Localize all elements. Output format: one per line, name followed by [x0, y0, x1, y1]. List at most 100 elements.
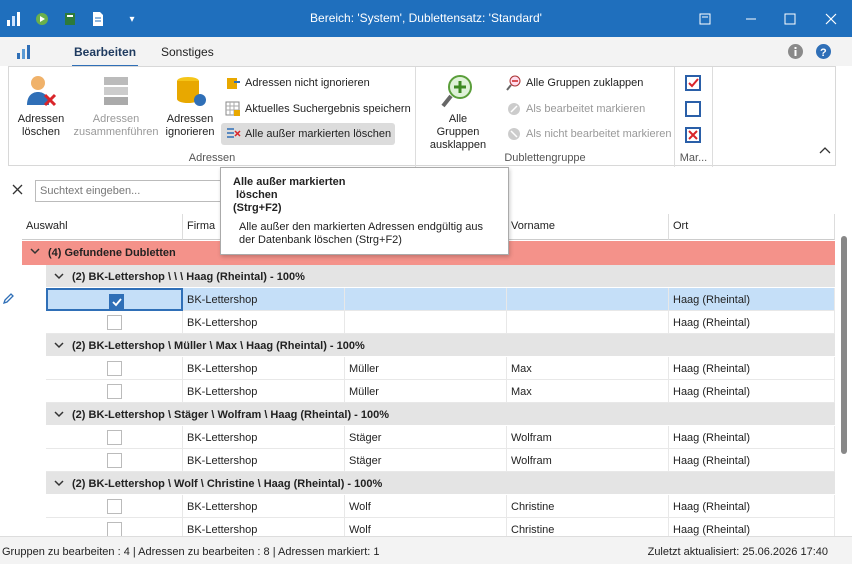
cell-name[interactable]: Müller — [345, 380, 507, 403]
info-icon[interactable] — [787, 43, 804, 63]
cell-ort[interactable]: Haag (Rheintal) — [669, 380, 835, 403]
mark-edited-button[interactable]: Als bearbeitet markieren — [502, 98, 649, 120]
header-auswahl[interactable]: Auswahl — [22, 214, 183, 240]
table-row[interactable]: BK-Lettershop Müller Max Haag (Rheintal) — [46, 380, 835, 403]
clear-search-icon[interactable] — [12, 184, 23, 198]
merge-addresses-button[interactable]: Adressen zusammenführen — [73, 73, 159, 139]
checkmark-icon — [112, 298, 122, 307]
group-label: (2) BK-Lettershop \ \ \ Haag (Rheintal) … — [72, 271, 305, 283]
select-cell[interactable] — [46, 380, 183, 403]
select-cell[interactable] — [46, 311, 183, 334]
cell-ort[interactable]: Haag (Rheintal) — [669, 357, 835, 380]
cell-firma[interactable]: BK-Lettershop — [183, 357, 345, 380]
uncheck-all-icon[interactable] — [685, 101, 701, 117]
cell-firma[interactable]: BK-Lettershop — [183, 311, 345, 334]
chevron-down-icon[interactable] — [54, 478, 64, 491]
cell-name[interactable]: Müller — [345, 357, 507, 380]
app-menu-icon[interactable] — [16, 44, 32, 63]
cell-vorname[interactable] — [507, 311, 669, 334]
cell-name[interactable]: Wolf — [345, 518, 507, 536]
cell-name[interactable]: Stäger — [345, 426, 507, 449]
checkbox[interactable] — [107, 453, 122, 468]
table-row[interactable]: BK-Lettershop Stäger Wolfram Haag (Rheintal… — [46, 426, 835, 449]
select-cell[interactable] — [46, 426, 183, 449]
select-cell[interactable] — [46, 449, 183, 472]
close-window-button[interactable] — [808, 0, 852, 37]
collapse-groups-button[interactable]: Alle Gruppen zuklappen — [502, 72, 647, 94]
cell-ort[interactable]: Haag (Rheintal) — [669, 288, 835, 311]
group-row[interactable]: (2) BK-Lettershop \ Stäger \ Wolfram \ H… — [46, 403, 835, 426]
table-row[interactable]: BK-Lettershop Wolf Christine Haag (Rheintal… — [46, 518, 835, 536]
ignore-addresses-button[interactable]: Adressen ignorieren — [163, 73, 217, 139]
collapse-ribbon-icon[interactable] — [819, 145, 831, 157]
group-row[interactable]: (2) BK-Lettershop \ \ \ Haag (Rheintal) … — [46, 265, 835, 288]
chevron-down-icon[interactable] — [54, 340, 64, 353]
cell-vorname[interactable]: Max — [507, 357, 669, 380]
chevron-down-icon[interactable] — [54, 409, 64, 422]
table-row[interactable]: BK-Lettershop Haag (Rheintal) — [46, 288, 835, 311]
cell-ort[interactable]: Haag (Rheintal) — [669, 518, 835, 536]
cell-vorname[interactable]: Max — [507, 380, 669, 403]
header-ort[interactable]: Ort — [669, 214, 835, 240]
status-left: Gruppen zu bearbeiten : 4 | Adressen zu … — [2, 546, 380, 558]
cell-name[interactable]: Stäger — [345, 449, 507, 472]
cell-ort[interactable]: Haag (Rheintal) — [669, 311, 835, 334]
group-row[interactable]: (2) BK-Lettershop \ Wolf \ Christine \ H… — [46, 472, 835, 495]
select-cell[interactable] — [46, 495, 183, 518]
tab-bearbeiten[interactable]: Bearbeiten — [71, 45, 139, 68]
table-row[interactable]: BK-Lettershop Haag (Rheintal) — [46, 311, 835, 334]
search-input[interactable]: Suchtext eingeben... — [35, 180, 225, 202]
select-cell[interactable] — [46, 288, 183, 311]
not-ignore-button[interactable]: Adressen nicht ignorieren — [221, 72, 374, 94]
cell-vorname[interactable]: Christine — [507, 518, 669, 536]
group-dublettengruppe: Alle Gruppen ausklappen Alle Gruppen zuk… — [416, 67, 675, 167]
cell-vorname[interactable]: Wolfram — [507, 449, 669, 472]
group-mark: Mar... — [675, 67, 713, 167]
select-cell[interactable] — [46, 357, 183, 380]
database-arrow-icon — [227, 78, 240, 89]
cell-firma[interactable]: BK-Lettershop — [183, 288, 345, 311]
mark-unedited-button[interactable]: Als nicht bearbeitet markieren — [502, 123, 676, 145]
group-row[interactable]: (2) BK-Lettershop \ Müller \ Max \ Haag … — [46, 334, 835, 357]
cell-firma[interactable]: BK-Lettershop — [183, 380, 345, 403]
checkbox[interactable] — [107, 430, 122, 445]
cell-ort[interactable]: Haag (Rheintal) — [669, 426, 835, 449]
chevron-down-icon[interactable] — [30, 246, 40, 259]
checkbox[interactable] — [107, 384, 122, 399]
maximize-button[interactable] — [767, 0, 813, 37]
checkbox-checked[interactable] — [109, 294, 124, 309]
restore-window-icon[interactable] — [682, 0, 728, 37]
expand-groups-button[interactable]: Alle Gruppen ausklappen — [426, 73, 490, 152]
cell-ort[interactable]: Haag (Rheintal) — [669, 495, 835, 518]
cell-ort[interactable]: Haag (Rheintal) — [669, 449, 835, 472]
checkbox[interactable] — [107, 315, 122, 330]
checkbox[interactable] — [107, 499, 122, 514]
table-row[interactable]: BK-Lettershop Stäger Wolfram Haag (Rheintal… — [46, 449, 835, 472]
help-icon[interactable]: ? — [815, 43, 832, 63]
tab-sonstiges[interactable]: Sonstiges — [161, 45, 214, 59]
cell-firma[interactable]: BK-Lettershop — [183, 495, 345, 518]
checkbox[interactable] — [107, 361, 122, 376]
cell-vorname[interactable]: Wolfram — [507, 426, 669, 449]
invert-check-icon[interactable] — [685, 127, 701, 143]
chevron-down-icon[interactable] — [54, 271, 64, 284]
table-row[interactable]: BK-Lettershop Wolf Christine Haag (Rheintal… — [46, 495, 835, 518]
delete-except-marked-button[interactable]: Alle außer markierten löschen — [221, 123, 396, 145]
cell-vorname[interactable]: Christine — [507, 495, 669, 518]
vertical-scrollbar[interactable] — [841, 236, 847, 454]
checkbox[interactable] — [107, 522, 122, 536]
user-delete-icon — [23, 73, 59, 109]
table-row[interactable]: BK-Lettershop Müller Max Haag (Rheintal) — [46, 357, 835, 380]
header-vorname[interactable]: Vorname — [507, 214, 669, 240]
cell-firma[interactable]: BK-Lettershop — [183, 518, 345, 536]
cell-firma[interactable]: BK-Lettershop — [183, 426, 345, 449]
cell-name[interactable] — [345, 311, 507, 334]
select-cell[interactable] — [46, 518, 183, 536]
cell-name[interactable]: Wolf — [345, 495, 507, 518]
save-result-button[interactable]: Aktuelles Suchergebnis speichern — [221, 98, 415, 120]
cell-name[interactable] — [345, 288, 507, 311]
cell-vorname[interactable] — [507, 288, 669, 311]
cell-firma[interactable]: BK-Lettershop — [183, 449, 345, 472]
check-all-icon[interactable] — [685, 75, 701, 91]
delete-addresses-button[interactable]: Adressen löschen — [15, 73, 67, 139]
